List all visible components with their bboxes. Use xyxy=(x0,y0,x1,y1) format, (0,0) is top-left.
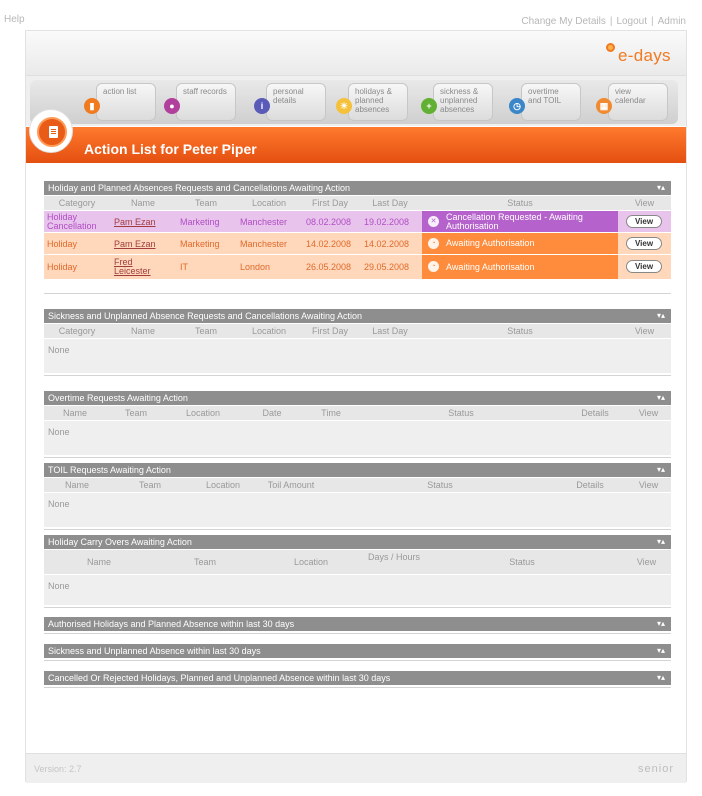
overtime-table-body: None xyxy=(44,421,671,455)
authorised-holidays-header[interactable]: Authorised Holidays and Planned Absence … xyxy=(44,617,671,631)
sickness-table-body: None xyxy=(44,339,671,373)
status-cell: ◔ Awaiting Authorisation xyxy=(422,233,618,254)
pending-status-icon: ◔ xyxy=(428,261,439,272)
top-bar: Help Change My Details | Logout | Admin xyxy=(0,0,702,30)
toil-table-body: None xyxy=(44,493,671,527)
calendar-icon: ▦ xyxy=(596,98,612,114)
app-window: e-days action list ▮ staff records ● per… xyxy=(25,30,687,783)
sickness-panel-header[interactable]: Sickness and Unplanned Absence Requests … xyxy=(44,309,671,323)
senior-logo: senior xyxy=(638,763,674,775)
carry-over-table-header: Name Team Location Days / Hours Status V… xyxy=(44,550,671,574)
page-title-bar: Action List for Peter Piper xyxy=(26,127,686,163)
sickness-history-header[interactable]: Sickness and Unplanned Absence within la… xyxy=(44,644,671,658)
table-row: Holiday Cancellation Pam Ezan Marketing … xyxy=(44,211,671,232)
admin-link[interactable]: Admin xyxy=(658,16,686,27)
pending-status-icon: ◔ xyxy=(428,238,439,249)
status-cell: ✕ Cancellation Requested - Awaiting Auth… xyxy=(422,211,618,232)
page-title: Action List for Peter Piper xyxy=(84,141,257,157)
holiday-panel-header[interactable]: Holiday and Planned Absences Requests an… xyxy=(44,181,671,195)
table-row: Holiday Pam Ezan Marketing Manchester 14… xyxy=(44,233,671,254)
help-link[interactable]: Help xyxy=(4,14,25,25)
toggle-icon[interactable]: ▾▴ xyxy=(657,391,665,405)
toil-table-header: Name Team Location Toil Amount Status De… xyxy=(44,478,671,492)
view-button[interactable]: View xyxy=(626,215,662,228)
overtime-icon: ◷ xyxy=(509,98,525,114)
table-row: Holiday Fred Leicester IT London 26.05.2… xyxy=(44,255,671,279)
view-button[interactable]: View xyxy=(626,260,662,273)
toggle-icon[interactable]: ▾▴ xyxy=(657,644,665,658)
toggle-icon[interactable]: ▾▴ xyxy=(657,617,665,631)
document-icon xyxy=(49,126,58,138)
action-list-badge xyxy=(29,109,73,153)
carry-over-table-body: None xyxy=(44,575,671,605)
toil-panel-header[interactable]: TOIL Requests Awaiting Action ▾▴ xyxy=(44,463,671,477)
holiday-table-header: Category Name Team Location First Day La… xyxy=(44,196,671,210)
overtime-table-header: Name Team Location Date Time Status Deta… xyxy=(44,406,671,420)
account-links: Change My Details | Logout | Admin xyxy=(521,16,686,27)
main-nav: action list ▮ staff records ● personal d… xyxy=(26,76,686,126)
version-label: Version: 2.7 xyxy=(34,764,82,774)
staff-records-icon: ● xyxy=(164,98,180,114)
carry-over-panel-header[interactable]: Holiday Carry Overs Awaiting Action ▾▴ xyxy=(44,535,671,549)
employee-name-link[interactable]: Pam Ezan xyxy=(114,239,156,249)
logo-dot-icon xyxy=(606,43,615,52)
employee-name-link[interactable]: Fred Leicester xyxy=(114,258,164,276)
toggle-icon[interactable]: ▾▴ xyxy=(657,181,665,195)
overtime-panel-header[interactable]: Overtime Requests Awaiting Action ▾▴ xyxy=(44,391,671,405)
action-list-icon: ▮ xyxy=(84,98,100,114)
cancelled-rejected-header[interactable]: Cancelled Or Rejected Holidays, Planned … xyxy=(44,671,671,685)
view-button[interactable]: View xyxy=(626,237,662,250)
toggle-icon[interactable]: ▾▴ xyxy=(657,671,665,685)
employee-name-link[interactable]: Pam Ezan xyxy=(114,217,156,227)
holidays-icon: ☀ xyxy=(336,98,352,114)
cancel-status-icon: ✕ xyxy=(428,216,439,227)
toggle-icon[interactable]: ▾▴ xyxy=(657,463,665,477)
logout-link[interactable]: Logout xyxy=(616,16,647,27)
sickness-table-header: Category Name Team Location First Day La… xyxy=(44,324,671,338)
personal-details-icon: i xyxy=(254,98,270,114)
header: e-days xyxy=(26,31,686,76)
toggle-icon[interactable]: ▾▴ xyxy=(657,535,665,549)
footer: Version: 2.7 senior xyxy=(26,753,686,783)
change-details-link[interactable]: Change My Details xyxy=(521,16,605,27)
status-cell: ◔ Awaiting Authorisation xyxy=(422,255,618,279)
edays-logo[interactable]: e-days xyxy=(606,43,672,67)
sickness-icon: + xyxy=(421,98,437,114)
toggle-icon[interactable]: ▾▴ xyxy=(657,309,665,323)
